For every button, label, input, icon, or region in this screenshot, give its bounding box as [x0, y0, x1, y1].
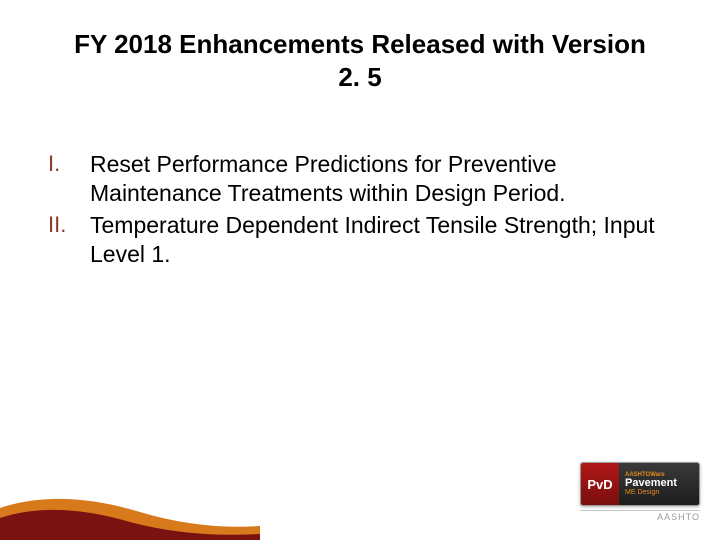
slide-title: FY 2018 Enhancements Released with Versi… [60, 28, 660, 93]
pavement-me-logo-icon: PvD AASHTOWare Pavement ME Design [580, 462, 700, 506]
list-marker: II. [48, 211, 90, 239]
brand-area: PvD AASHTOWare Pavement ME Design AASHTO [580, 462, 700, 522]
brand-sub: ME Design [625, 489, 693, 496]
list-marker: I. [48, 150, 90, 178]
swoosh-decoration-icon [0, 470, 260, 540]
list-item-text: Reset Performance Predictions for Preven… [90, 150, 672, 209]
brand-main: Pavement [625, 478, 693, 489]
slide: FY 2018 Enhancements Released with Versi… [0, 0, 720, 540]
list-item-text: Temperature Dependent Indirect Tensile S… [90, 211, 672, 270]
brand-footer: AASHTO [580, 510, 700, 522]
brand-badge: PvD [581, 463, 619, 505]
list-item: I. Reset Performance Predictions for Pre… [48, 150, 672, 209]
list-item: II. Temperature Dependent Indirect Tensi… [48, 211, 672, 270]
enhancements-list: I. Reset Performance Predictions for Pre… [48, 150, 672, 272]
brand-text: AASHTOWare Pavement ME Design [619, 463, 699, 505]
